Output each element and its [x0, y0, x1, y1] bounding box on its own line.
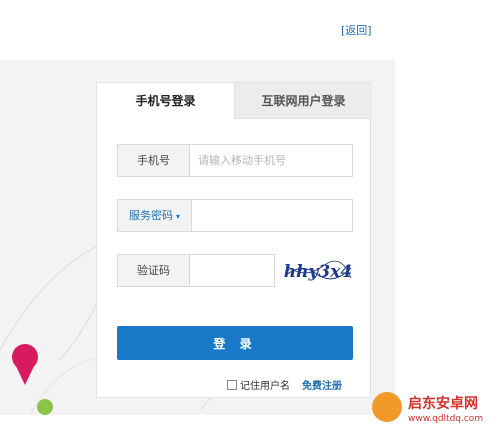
captcha-label: 验证码 [118, 255, 190, 286]
back-link[interactable]: [返回] [341, 22, 372, 38]
remember-checkbox[interactable] [227, 379, 237, 390]
login-panel: 手机号登录 互联网用户登录 手机号 服务密码▾ 验证码 hhy3x4 登 录 记… [96, 82, 372, 398]
phone-label: 手机号 [118, 145, 190, 176]
remember-label: 记住用户名 [240, 381, 290, 392]
password-field: 服务密码 ▾ [117, 199, 353, 232]
remember-username: 记住用户名 [227, 377, 290, 392]
captcha-text: hhy3x4 [284, 262, 352, 282]
password-input[interactable] [192, 200, 352, 231]
password-label: 服务密码 [128, 209, 173, 222]
top-bar: [返回] [0, 0, 500, 60]
captcha-input[interactable] [190, 255, 274, 286]
green-dot-icon [37, 399, 53, 415]
captcha-field: 验证码 [117, 254, 275, 287]
login-button[interactable]: 登 录 [117, 326, 353, 360]
chevron-down-icon: ▾ [175, 212, 180, 221]
register-link[interactable]: 免费注册 [302, 377, 342, 392]
captcha-image[interactable]: hhy3x4 [283, 254, 353, 287]
password-type-dropdown[interactable]: 服务密码 ▾ [118, 200, 192, 231]
phone-input[interactable] [190, 145, 352, 176]
watermark-url: www.qdltdq.com [408, 414, 484, 424]
tab-internet-login[interactable]: 互联网用户登录 [234, 83, 372, 119]
watermark-text: 启东安卓网 [408, 396, 478, 412]
tab-phone-login[interactable]: 手机号登录 [97, 83, 234, 119]
phone-field: 手机号 [117, 144, 353, 177]
pink-pin-icon [12, 344, 38, 385]
watermark-logo-icon [372, 392, 402, 422]
login-tabs: 手机号登录 互联网用户登录 [97, 83, 372, 119]
